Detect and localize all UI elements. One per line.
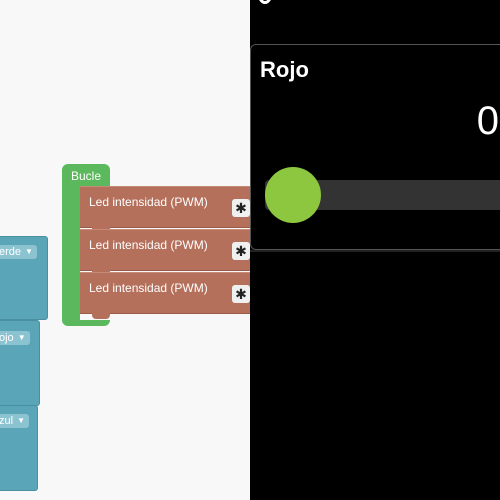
pwm-label: Led intensidad (PWM) <box>89 238 208 252</box>
pwm-block[interactable]: Led intensidad (PWM) ✱ <box>80 272 250 319</box>
pwm-label: Led intensidad (PWM) <box>89 195 208 209</box>
variable-label: erde <box>0 246 22 258</box>
block-workspace[interactable]: erde ▼ ojo ▼ zul ▼ Bucle Led intensidad … <box>0 0 250 500</box>
pwm-label: Led intensidad (PWM) <box>89 281 208 295</box>
loop-label: Bucle <box>71 169 102 183</box>
variable-label: zul <box>0 415 14 427</box>
led-icon: ✱ <box>232 242 250 260</box>
variable-block-rojo[interactable]: ojo ▼ <box>0 320 40 406</box>
block-connector <box>92 313 110 319</box>
variable-label: ojo <box>0 332 14 344</box>
chevron-down-icon: ▼ <box>17 333 26 342</box>
led-icon: ✱ <box>232 199 250 217</box>
slider-thumb[interactable] <box>265 167 321 223</box>
card-title: Rojo <box>260 57 309 82</box>
variable-block-verde[interactable]: erde ▼ <box>0 236 48 320</box>
variable-dropdown[interactable]: zul ▼ <box>0 414 29 428</box>
chevron-down-icon: ▼ <box>17 416 25 425</box>
variable-dropdown[interactable]: ojo ▼ <box>0 331 30 345</box>
variable-dropdown[interactable]: erde ▼ <box>0 245 37 259</box>
divider <box>250 250 500 252</box>
variable-block-azul[interactable]: zul ▼ <box>0 405 38 491</box>
led-icon: ✱ <box>232 285 250 303</box>
pwm-block[interactable]: Led intensidad (PWM) ✱ <box>80 229 250 276</box>
slider-value: 0 <box>476 99 499 143</box>
chevron-down-icon: ▼ <box>25 247 33 256</box>
pwm-block[interactable]: Led intensidad (PWM) ✱ <box>80 186 250 233</box>
slider-card-rojo: Rojo 0 <box>250 44 500 250</box>
